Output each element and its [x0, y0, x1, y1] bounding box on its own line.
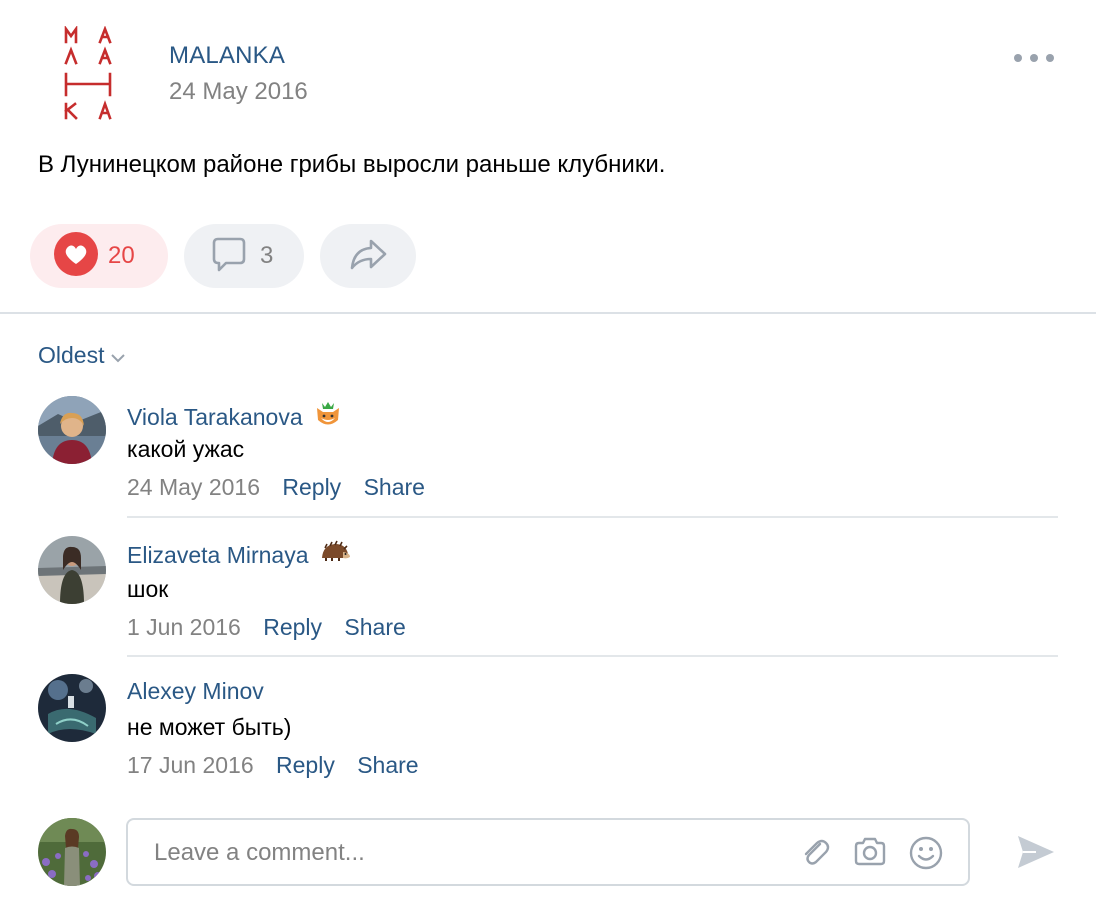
comment-meta: 17 Jun 2016 Reply Share — [127, 752, 435, 779]
comment-input[interactable] — [152, 834, 776, 872]
reply-link[interactable]: Reply — [276, 752, 335, 778]
comment-button[interactable]: 3 — [184, 224, 304, 288]
post-text: В Лунинецком районе грибы выросли раньше… — [38, 151, 666, 178]
hedgehog-icon — [319, 540, 351, 570]
share-link[interactable]: Share — [357, 752, 418, 778]
comment-date[interactable]: 17 Jun 2016 — [127, 752, 254, 778]
current-user-avatar[interactable] — [38, 818, 106, 886]
camera-icon[interactable] — [852, 835, 886, 869]
smile-icon[interactable] — [908, 835, 943, 870]
post-author[interactable]: MALANKA — [169, 42, 285, 70]
comment-meta: 24 May 2016 Reply Share — [127, 474, 441, 501]
comment-author[interactable]: Alexey Minov — [127, 678, 264, 705]
comment-meta: 1 Jun 2016 Reply Share — [127, 614, 422, 641]
comment-bubble-icon — [210, 235, 248, 278]
send-icon[interactable] — [1016, 832, 1056, 872]
like-count: 20 — [108, 242, 135, 269]
comment-text: не может быть) — [127, 714, 292, 740]
share-button[interactable] — [320, 224, 416, 288]
section-divider — [0, 312, 1096, 314]
more-options-button[interactable] — [1014, 48, 1054, 68]
avatar[interactable] — [38, 536, 106, 604]
comment-author[interactable]: Elizaveta Mirnaya — [127, 540, 351, 570]
comment-composer — [126, 818, 970, 886]
reply-link[interactable]: Reply — [282, 474, 341, 500]
avatar[interactable] — [38, 674, 106, 742]
community-logo[interactable] — [62, 24, 118, 122]
comment-count: 3 — [260, 242, 274, 269]
comment-divider — [127, 516, 1058, 518]
fox-face-with-crown-icon — [313, 400, 343, 434]
share-arrow-icon — [347, 235, 389, 278]
chevron-down-icon — [111, 353, 126, 362]
comment-text: какой ужас — [127, 436, 245, 462]
comment-date[interactable]: 24 May 2016 — [127, 474, 260, 500]
reply-link[interactable]: Reply — [263, 614, 322, 640]
sort-label: Oldest — [38, 342, 105, 368]
comment-author[interactable]: Viola Tarakanova — [127, 400, 343, 434]
paperclip-icon[interactable] — [798, 835, 832, 869]
like-button[interactable]: 20 — [30, 224, 168, 288]
sort-dropdown[interactable]: Oldest — [38, 342, 126, 369]
heart-icon — [54, 231, 98, 281]
comment-text: шок — [127, 576, 169, 602]
share-link[interactable]: Share — [344, 614, 405, 640]
post-date[interactable]: 24 May 2016 — [169, 78, 308, 106]
comment-date[interactable]: 1 Jun 2016 — [127, 614, 241, 640]
avatar[interactable] — [38, 396, 106, 464]
comment-divider — [127, 655, 1058, 657]
share-link[interactable]: Share — [364, 474, 425, 500]
